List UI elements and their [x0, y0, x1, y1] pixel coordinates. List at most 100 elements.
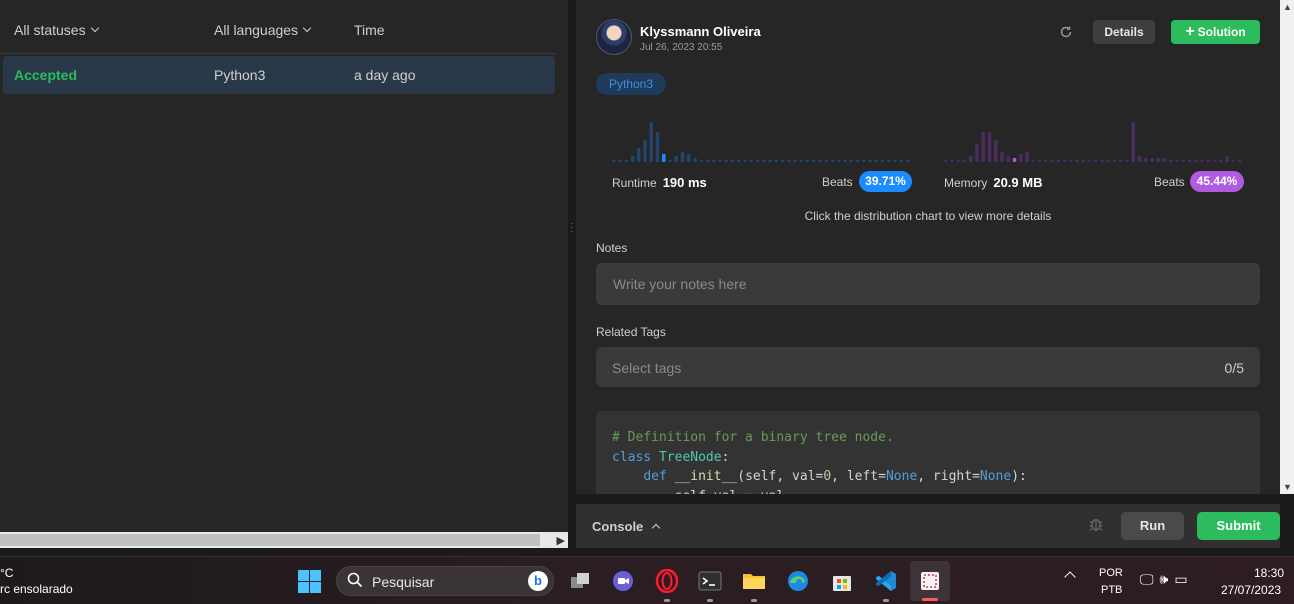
vscode-icon[interactable] — [874, 569, 898, 593]
horizontal-scrollbar[interactable]: ▶ — [0, 532, 568, 548]
opera-icon[interactable] — [655, 568, 679, 594]
taskbar-search[interactable]: Pesquisar b — [336, 566, 554, 596]
runtime-beats-badge: 39.71% — [859, 171, 912, 192]
distribution-bar — [1031, 160, 1035, 162]
language-filter[interactable]: All languages — [214, 22, 312, 38]
distribution-bar — [1112, 160, 1117, 162]
code-line: # Definition for a binary tree node. — [612, 430, 894, 445]
battery-icon[interactable]: ▭ — [1174, 571, 1193, 587]
distribution-bar — [1200, 160, 1204, 162]
tags-select[interactable]: Select tags 0/5 — [596, 347, 1260, 387]
input-language[interactable]: POR — [1099, 567, 1123, 579]
distribution-bar — [1194, 160, 1198, 162]
submission-detail-panel: Klyssmann Oliveira Jul 26, 2023 20:55 De… — [576, 0, 1280, 494]
network-icon[interactable]: 🖵 — [1140, 571, 1160, 587]
file-explorer-icon[interactable] — [742, 569, 766, 593]
distribution-bar — [1156, 158, 1160, 162]
distribution-bar — [1087, 160, 1092, 162]
bing-icon[interactable]: b — [528, 571, 548, 591]
status-filter[interactable]: All statuses — [14, 22, 99, 38]
notes-label: Notes — [596, 241, 628, 255]
app-window: All statuses All languages Time Accepted… — [0, 0, 1294, 604]
code-block[interactable]: # Definition for a binary tree node. clas… — [596, 411, 1260, 494]
distribution-bar — [737, 160, 741, 162]
distribution-bar — [893, 160, 897, 162]
distribution-bar — [837, 160, 841, 162]
store-icon[interactable] — [830, 569, 854, 593]
scroll-down-icon[interactable]: ▼ — [1283, 482, 1292, 492]
weather-desc[interactable]: rc ensolarado — [0, 582, 73, 596]
submissions-panel: All statuses All languages Time Accepted… — [0, 0, 568, 548]
distribution-bar — [868, 160, 872, 162]
search-placeholder: Pesquisar — [372, 574, 435, 590]
distribution-bar — [630, 156, 635, 162]
memory-beats-badge: 45.44% — [1190, 171, 1244, 192]
submission-status: Accepted — [14, 67, 78, 83]
clock-date[interactable]: 27/07/2023 — [1221, 583, 1281, 597]
task-view-icon[interactable] — [568, 569, 592, 593]
debug-icon[interactable] — [1088, 516, 1104, 536]
running-indicator — [751, 599, 757, 602]
panel-splitter[interactable]: · · · — [568, 0, 576, 548]
chart-hint: Click the distribution chart to view mor… — [804, 209, 1052, 223]
distribution-bar — [762, 160, 766, 162]
author-name[interactable]: Klyssmann Oliveira — [640, 24, 761, 39]
distribution-bar — [975, 144, 979, 162]
scroll-right-icon[interactable]: ▶ — [557, 534, 565, 547]
memory-value: 20.9 MB — [993, 175, 1043, 190]
distribution-bar — [830, 160, 835, 162]
running-indicator — [664, 599, 670, 602]
chevron-up-icon[interactable] — [1064, 571, 1076, 583]
notes-input[interactable] — [596, 263, 1260, 305]
vertical-scrollbar[interactable]: ▲ ▼ — [1280, 0, 1294, 494]
drag-handle-icon[interactable]: · · · — [570, 219, 573, 237]
distribution-bar — [718, 160, 722, 162]
weather-temp[interactable]: °C — [0, 566, 13, 580]
memory-distribution-chart[interactable] — [944, 114, 1244, 164]
details-button[interactable]: Details — [1093, 20, 1155, 44]
distribution-bar — [1056, 160, 1060, 162]
distribution-bar — [874, 160, 878, 162]
time-header-label: Time — [354, 22, 385, 38]
console-toggle[interactable]: Console — [592, 519, 661, 534]
distribution-bar — [1019, 154, 1023, 162]
submission-date: Jul 26, 2023 20:55 — [640, 42, 723, 53]
time-column-header: Time — [354, 22, 385, 38]
distribution-bar — [855, 160, 860, 162]
runtime-distribution-chart[interactable] — [612, 114, 912, 164]
distribution-bar — [849, 160, 853, 162]
snipping-tool-icon[interactable] — [918, 569, 942, 593]
scroll-up-icon[interactable]: ▲ — [1283, 2, 1292, 12]
code-line: class TreeNode: — [612, 449, 730, 465]
avatar[interactable] — [596, 19, 632, 55]
start-button[interactable] — [298, 570, 321, 593]
distribution-bar — [1119, 160, 1123, 162]
distribution-bar — [774, 160, 778, 162]
language-filter-label: All languages — [214, 22, 299, 38]
submission-row[interactable]: Accepted Python3 a day ago — [3, 56, 555, 94]
terminal-icon[interactable] — [698, 569, 722, 593]
system-tray[interactable]: 🖵🕪▭ — [1140, 571, 1194, 588]
distribution-bar — [824, 160, 828, 162]
distribution-bar — [730, 160, 735, 162]
run-button[interactable]: Run — [1121, 512, 1184, 540]
distribution-bar — [1044, 160, 1048, 162]
scrollbar-thumb[interactable] — [0, 534, 540, 546]
chevron-up-icon — [651, 523, 661, 533]
distribution-bar — [1100, 160, 1104, 162]
distribution-bar — [1106, 160, 1110, 162]
distribution-bar — [1075, 160, 1079, 162]
edge-icon[interactable] — [786, 569, 810, 593]
distribution-bar — [1187, 160, 1192, 162]
keyboard-layout[interactable]: PTB — [1101, 584, 1122, 596]
chat-icon[interactable] — [611, 569, 635, 593]
distribution-bar — [799, 160, 803, 162]
distribution-bar — [962, 160, 967, 162]
solution-button[interactable]: + Solution — [1171, 20, 1260, 44]
submit-button[interactable]: Submit — [1197, 512, 1280, 540]
distribution-bar — [1206, 160, 1210, 162]
refresh-icon[interactable] — [1058, 24, 1074, 40]
volume-icon[interactable]: 🕪 — [1160, 571, 1175, 587]
distribution-bar — [1231, 160, 1235, 162]
clock-time[interactable]: 18:30 — [1254, 566, 1284, 580]
